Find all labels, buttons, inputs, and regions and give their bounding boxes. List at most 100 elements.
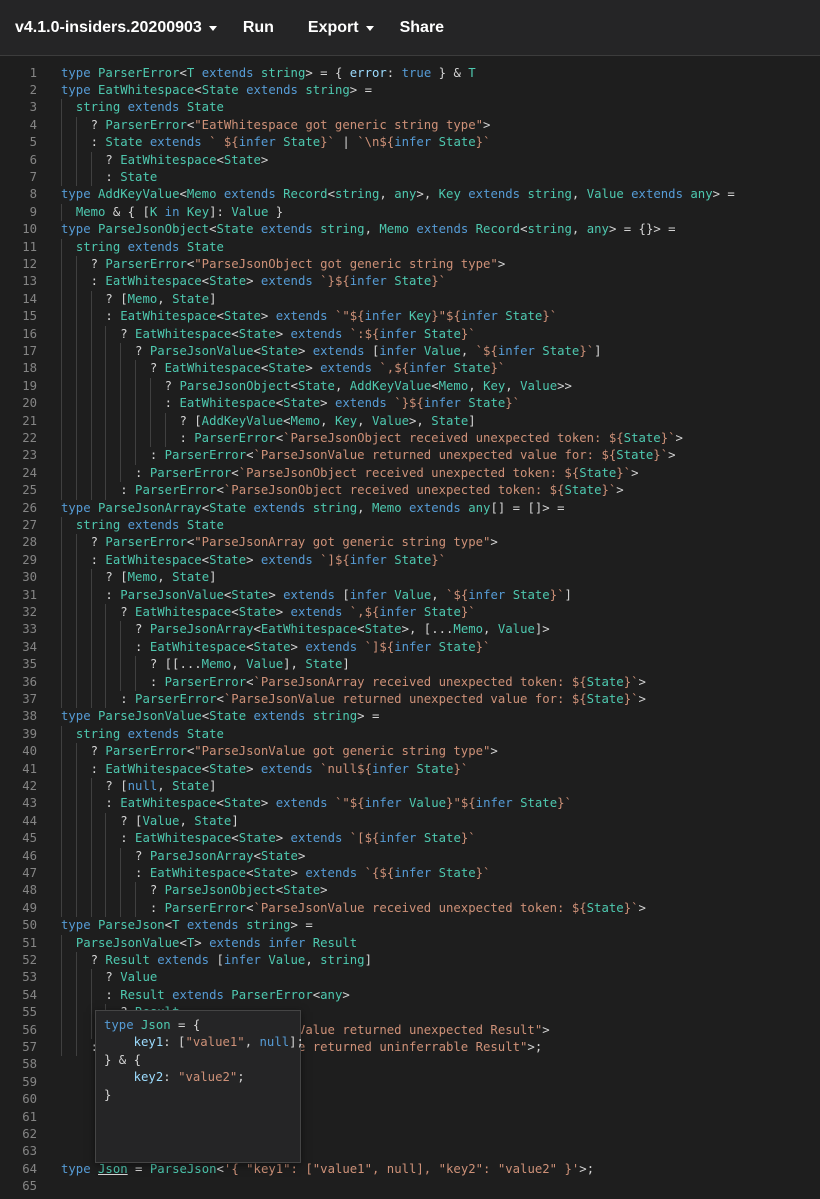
code-line[interactable]: 20 : EatWhitespace<State> extends `}${in… <box>0 395 820 412</box>
hover-token: = { <box>170 1018 201 1032</box>
code-line[interactable]: 45 : EatWhitespace<State> extends `[${in… <box>0 830 820 847</box>
code-line[interactable]: 19 ? ParseJsonObject<State, AddKeyValue<… <box>0 378 820 395</box>
code-line[interactable]: 24 : ParserError<`ParseJsonObject receiv… <box>0 465 820 482</box>
code-line[interactable]: 7 : State <box>0 169 820 186</box>
version-dropdown[interactable]: v4.1.0-insiders.20200903 <box>15 19 217 37</box>
code-line[interactable]: 49 : ParserError<`ParseJsonValue receive… <box>0 900 820 917</box>
line-number: 46 <box>22 848 37 863</box>
code-line[interactable]: 42 ? [null, State] <box>0 778 820 795</box>
code-line[interactable]: 39 string extends State <box>0 726 820 743</box>
indent-guide <box>90 586 92 604</box>
line-number: 60 <box>22 1092 37 1107</box>
code-line[interactable]: 17 ? ParseJsonValue<State> extends [infe… <box>0 343 820 360</box>
code-line[interactable]: 38 type ParseJsonValue<State extends stri… <box>0 708 820 725</box>
code-token: extends <box>223 187 284 202</box>
code-line[interactable]: 22 : ParserError<`ParseJsonObject receiv… <box>0 430 820 447</box>
code-line[interactable]: 29 : EatWhitespace<State> extends `]${in… <box>0 552 820 569</box>
code-line[interactable]: 10 type ParseJsonObject<State extends str… <box>0 221 820 238</box>
code-line[interactable]: 32 ? EatWhitespace<State> extends `,${in… <box>0 604 820 621</box>
line-number: 48 <box>22 883 37 898</box>
code-line[interactable]: 28 ? ParserError<"ParseJsonArray got gen… <box>0 534 820 551</box>
code-line[interactable]: 14 ? [Memo, State] <box>0 291 820 308</box>
share-button[interactable]: Share <box>400 19 444 37</box>
indent-guide <box>120 343 122 361</box>
code-line[interactable]: 35 ? [[...Memo, Value], State] <box>0 656 820 673</box>
code-token: "ParseJsonArray got generic string type" <box>194 535 491 550</box>
code-line[interactable]: 3 string extends State <box>0 99 820 116</box>
code-line[interactable]: 48 ? ParseJsonObject<State> <box>0 882 820 899</box>
line-number: 53 <box>22 970 37 985</box>
code-line[interactable]: 43 : EatWhitespace<State> extends `"${in… <box>0 795 820 812</box>
code-line[interactable]: 65 <box>0 1178 820 1195</box>
code-line[interactable]: 9 Memo & { [K in Key]: Value } <box>0 204 820 221</box>
code-line[interactable]: 16 ? EatWhitespace<State> extends `:${in… <box>0 326 820 343</box>
code-token: ParseJsonValue <box>75 935 180 950</box>
code-line[interactable]: 8 type AddKeyValue<Memo extends Record<st… <box>0 186 820 203</box>
code-text: : EatWhitespace<State> extends `]${infer… <box>61 552 446 569</box>
code-line[interactable]: 54 : Result extends ParserError<any> <box>0 987 820 1004</box>
code-line[interactable]: 25 : ParserError<`ParseJsonObject receiv… <box>0 482 820 499</box>
code-token: ? [ <box>61 291 128 306</box>
code-token: } & <box>431 65 469 80</box>
code-line[interactable]: 6 ? EatWhitespace<State> <box>0 152 820 169</box>
code-text: ? EatWhitespace<State> <box>61 152 268 169</box>
code-line[interactable]: 33 ? ParseJsonArray<EatWhitespace<State>… <box>0 621 820 638</box>
code-token: type <box>61 222 99 237</box>
line-number: 27 <box>22 518 37 532</box>
indent-guide <box>61 830 62 848</box>
code-line[interactable]: 64 type Json = ParseJson<'{ "key1": ["val… <box>0 1161 820 1178</box>
code-token: EatWhitespace <box>120 152 217 167</box>
code-line[interactable]: 36 : ParserError<`ParseJsonArray receive… <box>0 674 820 691</box>
code-token: error <box>349 65 387 80</box>
line-number: 62 <box>22 1127 37 1141</box>
code-token: < <box>201 500 210 515</box>
code-line[interactable]: 15 : EatWhitespace<State> extends `"${in… <box>0 308 820 325</box>
code-token: ? <box>61 535 106 550</box>
code-line[interactable]: 13 : EatWhitespace<State> extends `}${in… <box>0 273 820 290</box>
code-line[interactable]: 34 : EatWhitespace<State> extends `]${in… <box>0 639 820 656</box>
code-token: > <box>268 587 284 602</box>
code-line[interactable]: 41 : EatWhitespace<State> extends `null$… <box>0 761 820 778</box>
code-line[interactable]: 51 ParseJsonValue<T> extends infer Resul… <box>0 935 820 952</box>
line-number: 26 <box>22 500 37 515</box>
code-line[interactable]: 44 ? [Value, State] <box>0 813 820 830</box>
json-type-reference[interactable]: Json <box>98 1162 128 1176</box>
run-button[interactable]: Run <box>243 19 274 37</box>
code-line[interactable]: 26 type ParseJsonArray<State extends stri… <box>0 500 820 517</box>
code-token: }` <box>431 552 447 567</box>
code-text: : ParserError<`ParseJsonValue returned u… <box>61 447 676 464</box>
code-token: & { [ <box>105 204 150 219</box>
code-line[interactable]: 12 ? ParserError<"ParseJsonObject got ge… <box>0 256 820 273</box>
code-line[interactable]: 21 ? [AddKeyValue<Memo, Key, Value>, Sta… <box>0 413 820 430</box>
code-line[interactable]: 23 : ParserError<`ParseJsonValue returne… <box>0 447 820 464</box>
code-line[interactable]: 11 string extends State <box>0 239 820 256</box>
code-text: : ParserError<`ParseJsonObject received … <box>61 430 682 447</box>
code-line[interactable]: 53 ? Value <box>0 969 820 986</box>
code-line[interactable]: 1 type ParserError<T extends string> = { … <box>0 65 820 82</box>
code-token: infer <box>364 309 410 324</box>
code-line[interactable]: 4 ? ParserError<"EatWhitespace got gener… <box>0 117 820 134</box>
code-line[interactable]: 31 : ParseJsonValue<State> extends [infe… <box>0 587 820 604</box>
code-line[interactable]: 5 : State extends ` ${infer State}` | `\… <box>0 134 820 151</box>
export-dropdown[interactable]: Export <box>308 19 374 37</box>
code-line[interactable]: 46 ? ParseJsonArray<State> <box>0 848 820 865</box>
code-token: > = { <box>305 65 350 80</box>
code-token: }` <box>616 465 632 480</box>
code-line[interactable]: 2 type EatWhitespace<State extends string… <box>0 82 820 99</box>
code-line[interactable]: 30 ? [Memo, State] <box>0 569 820 586</box>
code-line[interactable]: 50 type ParseJson<T extends string> = <box>0 917 820 934</box>
code-token: >, [... <box>401 622 454 637</box>
code-token: State <box>416 761 454 776</box>
code-token: Value <box>497 622 535 637</box>
code-line[interactable]: 27 string extends State <box>0 517 820 534</box>
code-token: > <box>638 900 646 915</box>
code-token: type <box>61 1161 99 1176</box>
code-line[interactable]: 47 : EatWhitespace<State> extends `{${in… <box>0 865 820 882</box>
code-line[interactable]: 40 ? ParserError<"ParseJsonValue got gen… <box>0 743 820 760</box>
code-line[interactable]: 37 : ParserError<`ParseJsonValue returne… <box>0 691 820 708</box>
code-line[interactable]: 18 ? EatWhitespace<State> extends `,${in… <box>0 360 820 377</box>
code-line[interactable]: 52 ? Result extends [infer Value, string… <box>0 952 820 969</box>
hover-token: } <box>104 1087 112 1102</box>
indent-guide <box>61 464 62 483</box>
